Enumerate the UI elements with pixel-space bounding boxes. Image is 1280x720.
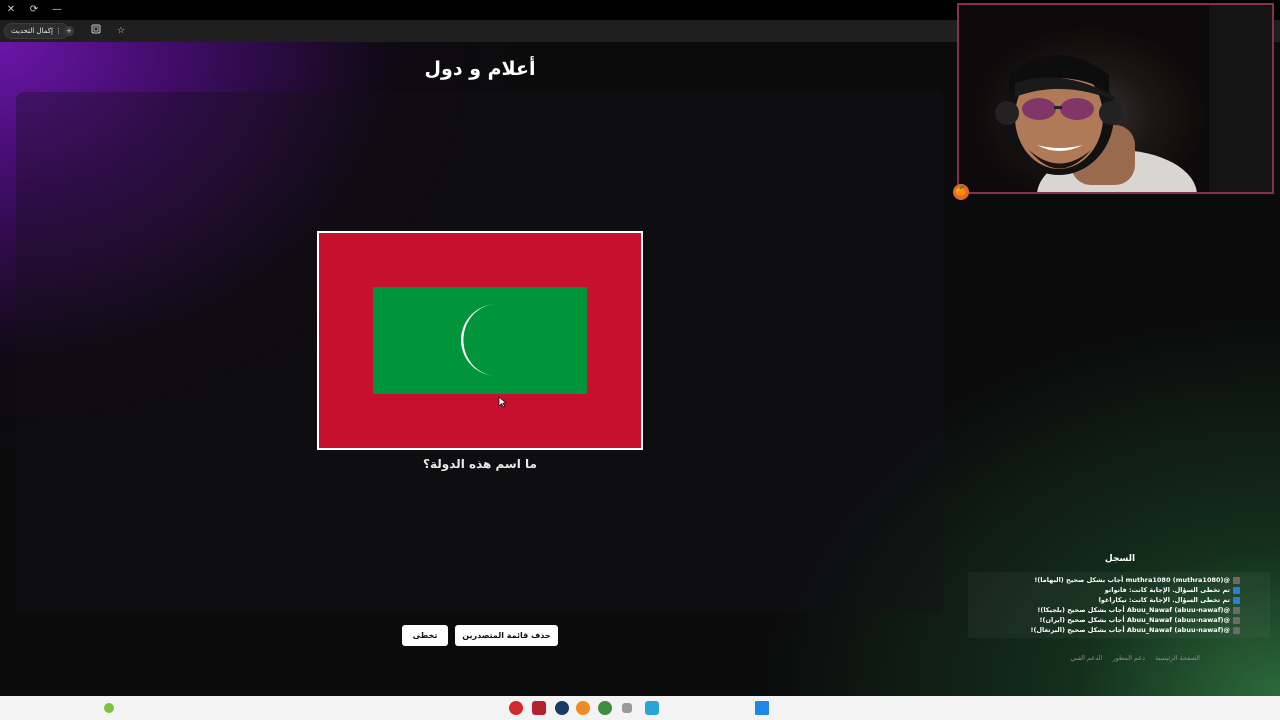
page-title: أعلام و دول: [424, 58, 536, 80]
footer-link-home[interactable]: الصفحة الرئيسية: [1155, 654, 1200, 662]
log-entry-text: @Abuu_Nawaf (abuu-nawaf) أجاب بشكل صحيح …: [1037, 606, 1230, 614]
log-list: @muthra1080 (muthra1080) أجاب بشكل صحيح …: [1030, 575, 1240, 635]
flag-image: [317, 231, 643, 450]
share-icon[interactable]: [89, 24, 103, 38]
app-bird-icon[interactable]: [645, 701, 659, 715]
correct-mark-icon: [1233, 626, 1240, 634]
log-entry-text: تم تخطى السؤال. الإجابة كانت: فانواتو: [1104, 586, 1230, 594]
taskbar: [0, 696, 1280, 720]
extension-icon[interactable]: +: [64, 26, 74, 36]
log-entry-text: @Abuu_Nawaf (abuu-nawaf) أجاب بشكل صحيح …: [1039, 616, 1230, 624]
mouse-cursor-icon: [498, 396, 507, 408]
question-text: ما اسم هذه الدولة؟: [423, 457, 537, 471]
chrome-icon[interactable]: [598, 701, 612, 715]
webcam-badge-icon: 🍊: [953, 184, 969, 200]
close-icon[interactable]: ✕: [4, 3, 18, 17]
log-entry-text: @Abuu_Nawaf (abuu-nawaf) أجاب بشكل صحيح …: [1030, 626, 1230, 634]
log-entry: تم تخطى السؤال. الإجابة كانت: فانواتو: [1030, 585, 1240, 595]
update-button[interactable]: ⋮ إكمال التحديث: [4, 23, 70, 39]
minimize-icon[interactable]: —: [50, 3, 64, 17]
skip-button[interactable]: تخطى: [402, 625, 448, 646]
log-panel: @muthra1080 (muthra1080) أجاب بشكل صحيح …: [968, 572, 1270, 638]
log-entry-text: @muthra1080 (muthra1080) أجاب بشكل صحيح …: [1034, 576, 1230, 584]
restore-icon[interactable]: ⟳: [27, 3, 41, 17]
webcam-person: [995, 5, 1272, 192]
flag-green-rectangle: [373, 287, 587, 394]
menu-dots-icon: ⋮: [55, 27, 63, 35]
footer-link-dev-support[interactable]: دعم المطور: [1113, 654, 1146, 662]
log-title: السجل: [1104, 554, 1136, 564]
correct-mark-icon: [1233, 576, 1240, 584]
flag-crescent: [461, 304, 497, 376]
bookmark-star-icon[interactable]: ☆: [114, 24, 128, 38]
steam-icon[interactable]: [555, 701, 569, 715]
log-entry: @muthra1080 (muthra1080) أجاب بشكل صحيح …: [1030, 575, 1240, 585]
log-entry-text: تم تخطى السؤال. الإجابة كانت: نيكاراغوا: [1098, 596, 1230, 604]
footer-link-tech-support[interactable]: الدعم الفني: [1071, 654, 1103, 662]
obs-icon[interactable]: [576, 701, 590, 715]
update-button-label: إكمال التحديث: [11, 27, 53, 35]
log-entry: @Abuu_Nawaf (abuu-nawaf) أجاب بشكل صحيح …: [1030, 625, 1240, 635]
app-video-icon[interactable]: [532, 701, 546, 715]
taskbar-tray-icon[interactable]: [104, 703, 114, 713]
app-red-icon[interactable]: [509, 701, 523, 715]
clear-leaderboard-button[interactable]: حذف قائمة المتصدرين: [455, 625, 558, 646]
skip-mark-icon: [1233, 596, 1240, 604]
footer-links: الصفحة الرئيسية دعم المطور الدعم الفني: [1040, 654, 1201, 662]
log-entry: @Abuu_Nawaf (abuu-nawaf) أجاب بشكل صحيح …: [1030, 615, 1240, 625]
correct-mark-icon: [1233, 606, 1240, 614]
skip-mark-icon: [1233, 586, 1240, 594]
log-entry: @Abuu_Nawaf (abuu-nawaf) أجاب بشكل صحيح …: [1030, 605, 1240, 615]
windows-start-icon[interactable]: [755, 701, 769, 715]
correct-mark-icon: [1233, 616, 1240, 624]
app-window-icon[interactable]: [622, 703, 632, 713]
log-entry: تم تخطى السؤال. الإجابة كانت: نيكاراغوا: [1030, 595, 1240, 605]
webcam-overlay: [957, 3, 1274, 194]
